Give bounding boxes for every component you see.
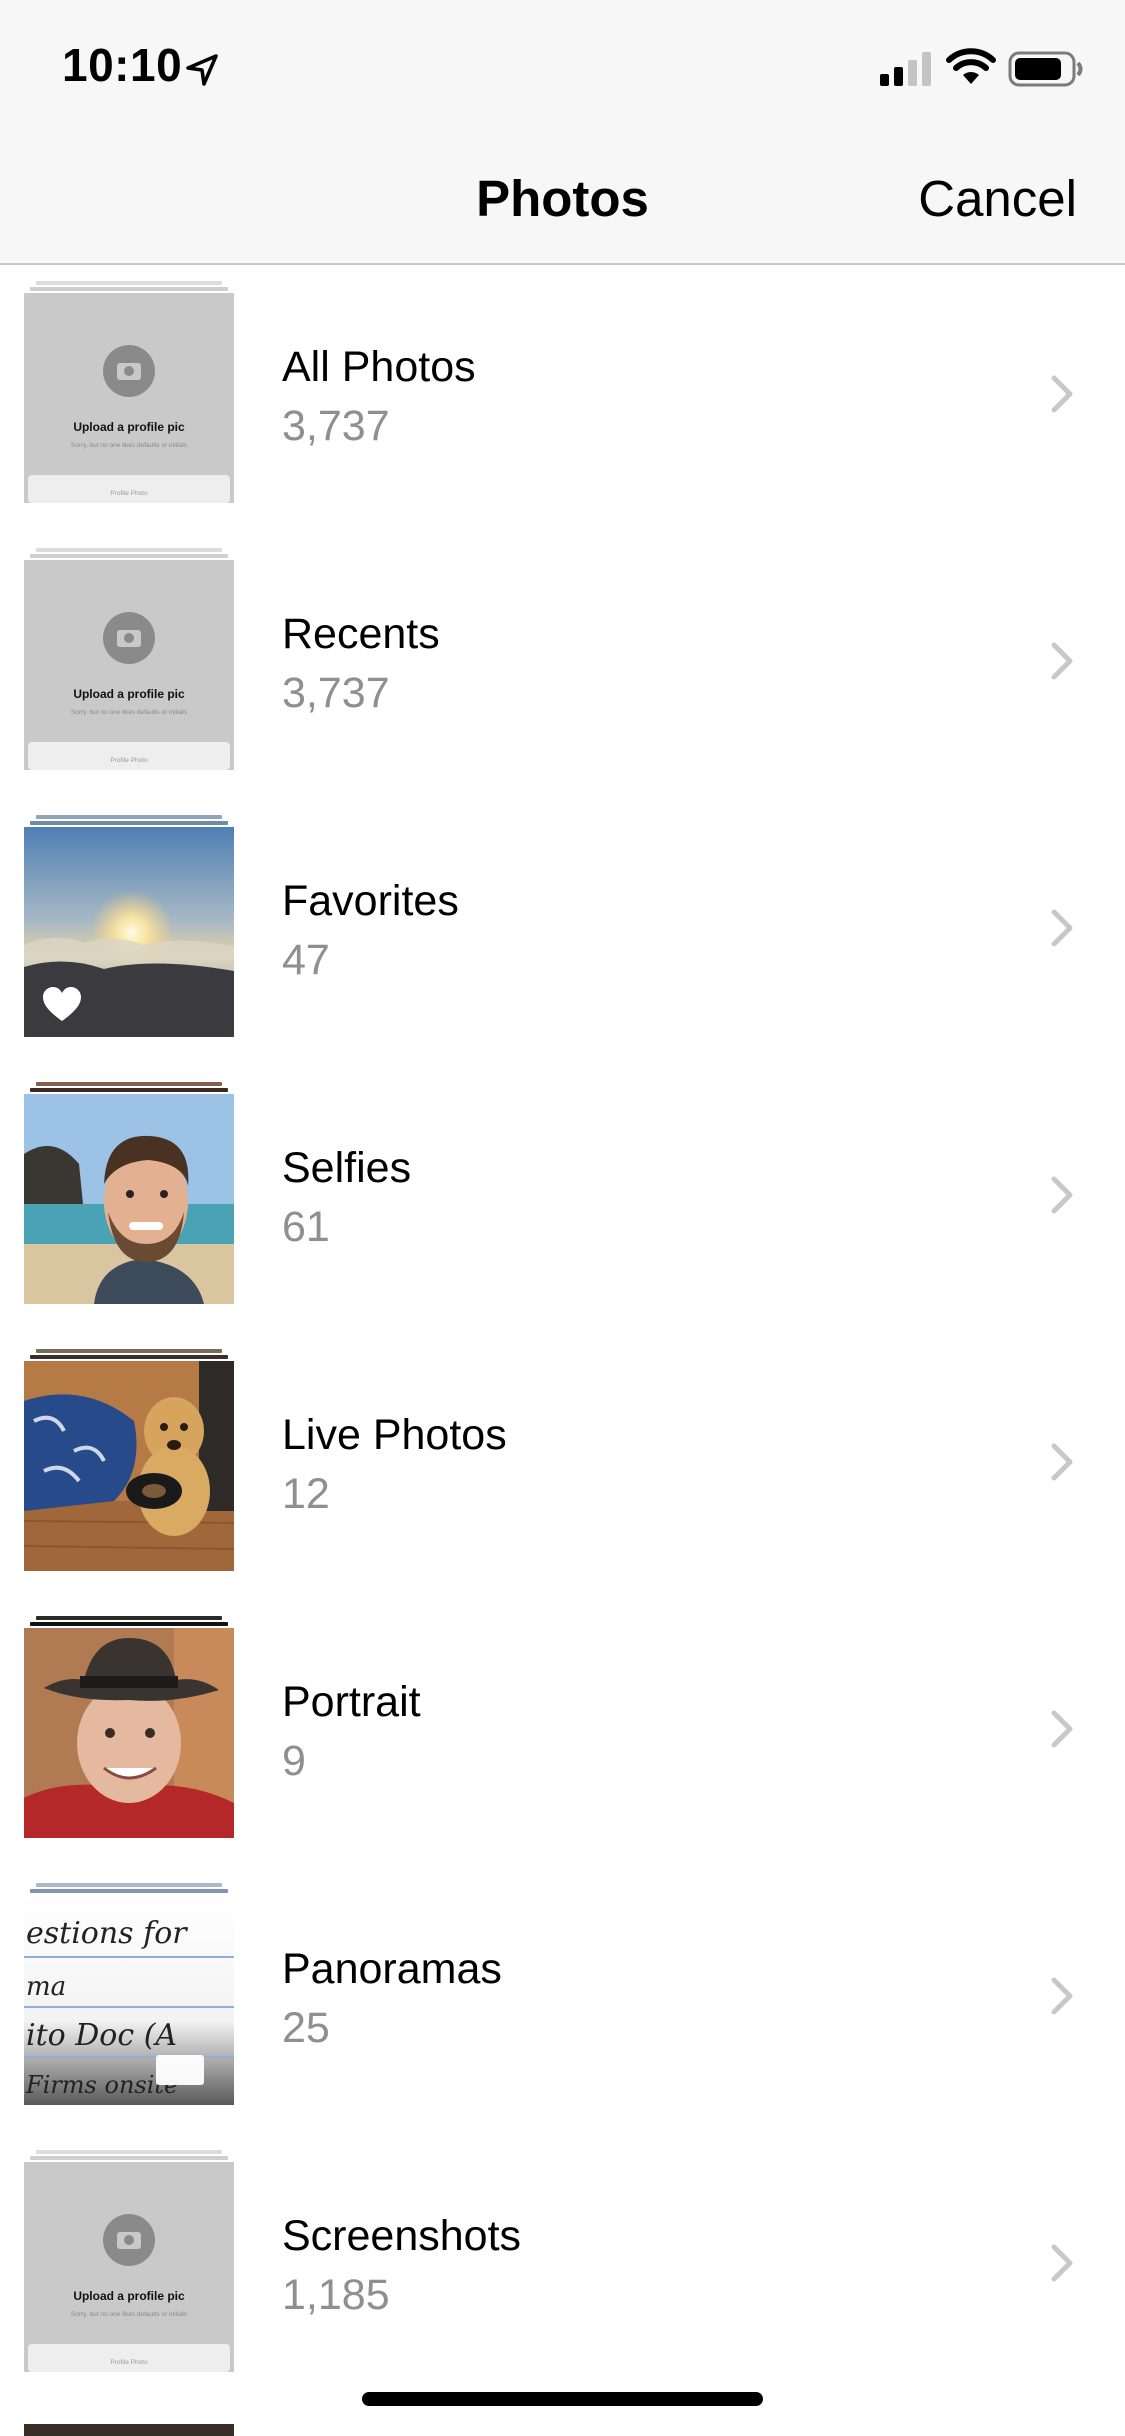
album-name: Screenshots bbox=[282, 2212, 522, 2260]
svg-text:Sorry, but no one likes defaul: Sorry, but no one likes defaults or init… bbox=[71, 709, 188, 716]
chevron-right-icon bbox=[1051, 642, 1073, 680]
album-list: Upload a profile pic Sorry, but no one l… bbox=[0, 265, 1125, 2401]
svg-text:estions for: estions for bbox=[26, 1916, 188, 1951]
chevron-right-icon bbox=[1051, 1977, 1073, 2015]
album-row-portrait[interactable]: Portrait 9 bbox=[0, 1600, 1125, 1867]
next-album-thumbnail-edge bbox=[24, 2424, 234, 2436]
svg-text:Upload a profile pic: Upload a profile pic bbox=[73, 687, 185, 701]
album-thumbnail: Upload a profile pic Sorry, but no one l… bbox=[24, 281, 234, 503]
album-row-all-photos[interactable]: Upload a profile pic Sorry, but no one l… bbox=[0, 265, 1125, 532]
album-count: 1,185 bbox=[282, 2271, 390, 2319]
svg-text:Sorry, but no one likes defaul: Sorry, but no one likes defaults or init… bbox=[71, 2311, 188, 2318]
battery-icon bbox=[1008, 51, 1083, 87]
album-row-panoramas[interactable]: estions for ma ito Doc (A Firms onsite P… bbox=[0, 1867, 1125, 2134]
cellular-signal-icon bbox=[880, 52, 931, 86]
status-time: 10:10 bbox=[62, 39, 183, 91]
chevron-right-icon bbox=[1051, 1176, 1073, 1214]
album-name: Portrait bbox=[282, 1678, 421, 1726]
chevron-right-icon bbox=[1051, 2244, 1073, 2282]
album-name: Favorites bbox=[282, 877, 459, 925]
album-name: All Photos bbox=[282, 343, 476, 391]
chevron-right-icon bbox=[1051, 1710, 1073, 1748]
album-count: 25 bbox=[282, 2004, 330, 2052]
album-thumbnail bbox=[24, 1349, 234, 1571]
svg-text:ma: ma bbox=[26, 1972, 66, 2002]
album-count: 61 bbox=[282, 1203, 330, 1251]
album-thumbnail: Upload a profile pic Sorry, but no one l… bbox=[24, 548, 234, 770]
album-row-selfies[interactable]: Selfies 61 bbox=[0, 1066, 1125, 1333]
svg-text:Upload a profile pic: Upload a profile pic bbox=[73, 420, 185, 434]
album-row-recents[interactable]: Upload a profile pic Sorry, but no one l… bbox=[0, 532, 1125, 799]
navigation-bar: Photos Cancel bbox=[0, 132, 1125, 265]
album-name: Recents bbox=[282, 610, 440, 658]
album-thumbnail bbox=[24, 815, 234, 1037]
svg-text:Profile Photo: Profile Photo bbox=[110, 757, 148, 764]
album-thumbnail bbox=[24, 1082, 234, 1304]
album-count: 3,737 bbox=[282, 402, 390, 450]
heart-icon bbox=[43, 987, 81, 1021]
home-indicator[interactable] bbox=[362, 2392, 763, 2406]
chevron-right-icon bbox=[1051, 375, 1073, 413]
album-thumbnail: Upload a profile pic Sorry, but no one l… bbox=[24, 2150, 234, 2372]
chevron-right-icon bbox=[1051, 909, 1073, 947]
album-count: 9 bbox=[282, 1737, 306, 1785]
album-row-live-photos[interactable]: Live Photos 12 bbox=[0, 1333, 1125, 1600]
album-name: Selfies bbox=[282, 1144, 412, 1192]
album-name: Live Photos bbox=[282, 1411, 507, 1459]
album-count: 47 bbox=[282, 936, 330, 984]
album-thumbnail bbox=[24, 1616, 234, 1838]
svg-text:ito Doc (A: ito Doc (A bbox=[26, 2018, 177, 2053]
album-count: 3,737 bbox=[282, 669, 390, 717]
cancel-button[interactable]: Cancel bbox=[918, 169, 1077, 228]
chevron-right-icon bbox=[1051, 1443, 1073, 1481]
svg-text:Upload a profile pic: Upload a profile pic bbox=[73, 2289, 185, 2303]
svg-text:Profile Photo: Profile Photo bbox=[110, 2359, 148, 2366]
album-row-favorites[interactable]: Favorites 47 bbox=[0, 799, 1125, 1066]
svg-text:Profile Photo: Profile Photo bbox=[110, 490, 148, 497]
album-thumbnail: estions for ma ito Doc (A Firms onsite bbox=[24, 1883, 234, 2105]
album-name: Panoramas bbox=[282, 1945, 502, 1993]
location-arrow-icon bbox=[186, 54, 218, 86]
svg-text:Firms onsite: Firms onsite bbox=[25, 2071, 178, 2099]
album-count: 12 bbox=[282, 1470, 330, 1518]
svg-text:Sorry, but no one likes defaul: Sorry, but no one likes defaults or init… bbox=[71, 442, 188, 449]
status-bar: 10:10 bbox=[0, 0, 1125, 132]
wifi-icon bbox=[946, 48, 996, 84]
album-row-screenshots[interactable]: Upload a profile pic Sorry, but no one l… bbox=[0, 2134, 1125, 2401]
